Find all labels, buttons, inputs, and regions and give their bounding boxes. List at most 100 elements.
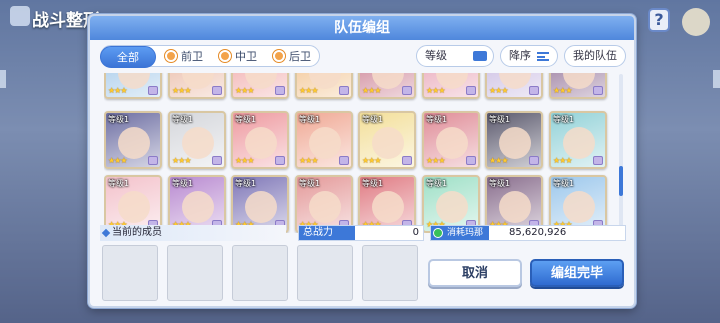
character-portrait	[309, 127, 341, 159]
character-portrait	[245, 127, 277, 159]
level-label: 等级1	[172, 179, 194, 188]
star-rating: ★★★	[362, 156, 381, 165]
star-rating: ★★★	[426, 156, 445, 165]
current-members-label: 当前的成员	[100, 225, 286, 241]
character-card[interactable]: 等级1 ★★★	[104, 111, 162, 169]
level-label: 等级1	[235, 179, 257, 188]
character-portrait	[245, 191, 277, 223]
done-button[interactable]: 编组完毕	[530, 259, 624, 287]
tab-all[interactable]: 全部	[100, 46, 156, 68]
tab-label: 全部	[117, 51, 139, 64]
character-card[interactable]: ★★★	[549, 73, 607, 99]
rank-icon	[148, 156, 158, 165]
back-icon[interactable]	[10, 6, 30, 26]
character-card[interactable]: ★★★	[422, 73, 480, 99]
star-rating: ★★★	[489, 86, 508, 95]
member-slot-3[interactable]	[232, 245, 288, 301]
star-rating: ★★★	[489, 156, 508, 165]
tab-label: 前卫	[181, 50, 203, 63]
character-card[interactable]: ★★★	[485, 73, 543, 99]
character-portrait	[499, 191, 531, 223]
sort-field-icon	[473, 51, 487, 61]
level-label: 等级1	[108, 115, 130, 124]
member-slot-1[interactable]	[102, 245, 158, 301]
character-card[interactable]: ★★★	[231, 73, 289, 99]
level-label: 等级1	[426, 179, 448, 188]
help-icon[interactable]: ?	[648, 8, 670, 32]
level-label: 等级1	[553, 115, 575, 124]
rank-icon	[529, 156, 539, 165]
filter-bar: 全部 前卫 中卫 后卫 等级 降序 我的队伍	[100, 45, 626, 68]
member-slot-5[interactable]	[362, 245, 418, 301]
dialog-title: 队伍编组	[90, 16, 634, 40]
star-rating: ★★★	[299, 86, 318, 95]
character-card[interactable]: ★★★	[358, 73, 416, 99]
mana-cost-value: 85,620,926	[509, 227, 567, 238]
character-card[interactable]: 等级1 ★★★	[358, 111, 416, 169]
cancel-button[interactable]: 取消	[428, 259, 522, 287]
mana-cost-text: 消耗玛那	[447, 228, 484, 238]
rank-icon	[593, 156, 603, 165]
character-portrait	[372, 127, 404, 159]
character-card[interactable]: 等级1 ★★★	[168, 111, 226, 169]
level-label: 等级1	[426, 115, 448, 124]
team-edit-dialog: 队伍编组 全部 前卫 中卫 后卫 等级 降序 我的队伍 ★★★ ★★★ ★★★ …	[88, 14, 636, 308]
star-rating: ★★★	[553, 156, 572, 165]
character-card[interactable]: 等级1 ★★★	[295, 111, 353, 169]
character-card[interactable]: ★★★	[295, 73, 353, 99]
character-card[interactable]: 等级1 ★★★	[549, 111, 607, 169]
level-label: 等级1	[299, 179, 321, 188]
tab-rearguard[interactable]: 后卫	[265, 46, 319, 68]
character-portrait	[309, 191, 341, 223]
scrollbar-track[interactable]	[619, 74, 623, 232]
character-card[interactable]: 等级1 ★★★	[231, 111, 289, 169]
tab-midguard[interactable]: 中卫	[211, 46, 265, 68]
star-rating: ★★★	[172, 86, 191, 95]
member-slot-4[interactable]	[297, 245, 353, 301]
star-rating: ★★★	[426, 86, 445, 95]
mana-icon	[433, 228, 443, 238]
level-label: 等级1	[489, 179, 511, 188]
level-label: 等级1	[172, 115, 194, 124]
character-card[interactable]: 等级1 ★★★	[422, 111, 480, 169]
total-power-label: 总战力	[299, 226, 355, 240]
character-card[interactable]: ★★★	[168, 73, 226, 99]
character-card[interactable]: 等级1 ★★★	[485, 111, 543, 169]
star-rating: ★★★	[172, 156, 191, 165]
star-rating: ★★★	[235, 86, 254, 95]
tab-label: 后卫	[289, 50, 311, 63]
rank-icon	[275, 86, 285, 95]
character-portrait	[372, 191, 404, 223]
character-grid: ★★★ ★★★ ★★★ ★★★ ★★★ ★★★ ★★★ ★★★ 等级1 ★★★ 等级1 ★★★ 等级1 ★…	[104, 73, 614, 233]
rank-icon	[212, 86, 222, 95]
vanguard-icon	[165, 50, 177, 62]
rank-icon	[402, 86, 412, 95]
rank-icon	[212, 156, 222, 165]
sort-order-button[interactable]: 降序	[500, 45, 558, 67]
tab-vanguard[interactable]: 前卫	[157, 46, 211, 68]
character-portrait	[118, 127, 150, 159]
right-arrow-icon	[713, 70, 720, 88]
character-portrait	[563, 127, 595, 159]
level-label: 等级1	[489, 115, 511, 124]
rank-icon	[148, 86, 158, 95]
position-tabs: 全部 前卫 中卫 后卫	[100, 45, 320, 68]
scrollbar-thumb[interactable]	[619, 166, 623, 196]
sort-field-select[interactable]: 等级	[416, 45, 494, 67]
character-portrait	[182, 127, 214, 159]
total-power-value: 0	[412, 227, 419, 238]
member-slot-2[interactable]	[167, 245, 223, 301]
character-card[interactable]: ★★★	[104, 73, 162, 99]
sort-order-label: 降序	[509, 49, 531, 62]
left-arrow-icon	[0, 70, 6, 88]
member-bar: 当前的成员 总战力 0 消耗玛那 85,620,926	[100, 225, 626, 241]
rank-icon	[466, 86, 476, 95]
mana-cost-box: 消耗玛那 85,620,926	[430, 225, 626, 241]
menu-icon[interactable]	[682, 8, 710, 36]
my-team-label: 我的队伍	[573, 49, 617, 62]
total-power-box: 总战力 0	[298, 225, 424, 241]
rank-icon	[402, 156, 412, 165]
star-rating: ★★★	[108, 86, 127, 95]
my-team-button[interactable]: 我的队伍	[564, 45, 626, 67]
rank-icon	[593, 86, 603, 95]
